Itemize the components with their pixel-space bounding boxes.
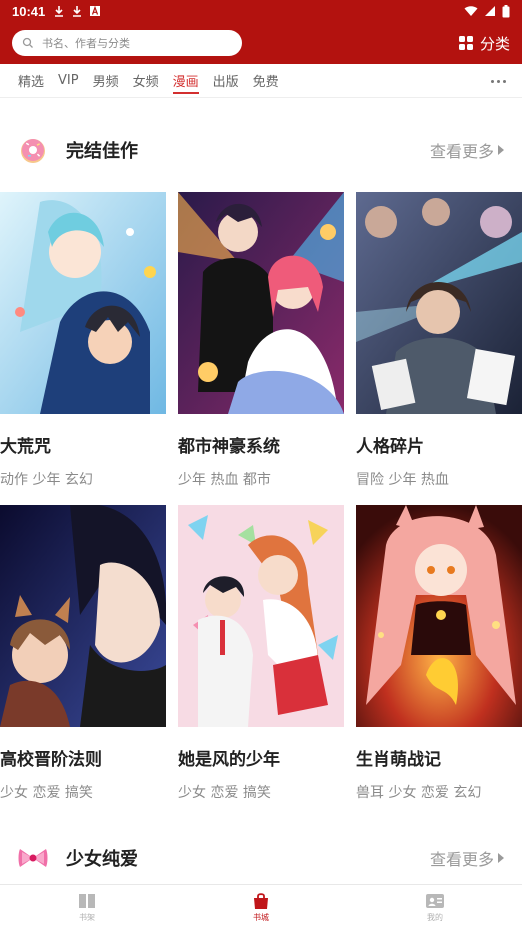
app-header: 书名、作者与分类 分类 xyxy=(0,22,522,64)
book-card[interactable]: 高校晋阶法则 少女 恋爱 搞笑 xyxy=(0,503,167,802)
status-bar: 10:41 xyxy=(0,0,522,22)
section-header-romance: 少女纯爱 查看更多 xyxy=(0,838,522,878)
book-cover[interactable] xyxy=(178,505,344,727)
category-button[interactable]: 分类 xyxy=(458,33,510,54)
download-icon xyxy=(55,6,64,17)
battery-icon xyxy=(502,4,510,17)
book-card[interactable]: 她是风的少年 少女 恋爱 搞笑 xyxy=(178,505,344,802)
book-title[interactable]: 生肖萌战记 xyxy=(356,745,522,770)
book-title[interactable]: 人格碎片 xyxy=(356,432,522,457)
book-cover[interactable] xyxy=(0,192,166,414)
grid-icon xyxy=(458,36,473,50)
download-icon xyxy=(73,6,82,17)
wifi-icon xyxy=(464,6,478,16)
nav-label: 我的 xyxy=(427,912,443,922)
book-icon xyxy=(79,893,95,908)
font-icon xyxy=(90,5,101,16)
book-title[interactable]: 大荒咒 xyxy=(0,432,166,457)
bag-icon xyxy=(254,892,268,909)
chevron-right-icon xyxy=(498,145,504,155)
profile-card-icon xyxy=(426,893,444,908)
book-tags: 少女 恋爱 搞笑 xyxy=(0,785,93,801)
status-time: 10:41 xyxy=(12,3,46,19)
tab-male[interactable]: 男频 xyxy=(93,64,119,98)
book-title[interactable]: 她是风的少年 xyxy=(178,745,344,770)
tab-jingxuan[interactable]: 精选 xyxy=(18,64,44,98)
book-card[interactable]: 人格碎片 冒险 少年 热血 xyxy=(356,192,522,489)
nav-label: 书架 xyxy=(79,912,95,922)
nav-profile[interactable]: 我的 xyxy=(348,885,522,929)
book-cover[interactable] xyxy=(178,192,344,414)
view-more-label: 查看更多 xyxy=(429,142,494,161)
book-tags: 兽耳 少女 恋爱 玄幻 xyxy=(356,785,482,801)
search-placeholder: 书名、作者与分类 xyxy=(42,37,130,50)
tab-vip[interactable]: VIP xyxy=(58,64,79,98)
book-tags: 少女 恋爱 搞笑 xyxy=(178,785,271,801)
section-title: 完结佳作 xyxy=(66,141,138,162)
book-cover[interactable] xyxy=(356,192,522,414)
search-icon xyxy=(22,37,33,48)
book-title[interactable]: 都市神豪系统 xyxy=(178,432,344,457)
tab-female[interactable]: 女频 xyxy=(133,64,159,98)
tab-comics[interactable]: 漫画 xyxy=(172,64,199,98)
nav-label: 书城 xyxy=(253,912,269,922)
category-label: 分类 xyxy=(479,34,510,53)
search-input[interactable]: 书名、作者与分类 xyxy=(12,30,242,56)
donut-icon xyxy=(21,139,45,163)
nav-bookstore[interactable]: 书城 xyxy=(174,885,348,929)
book-card[interactable]: 都市神豪系统 少年 热血 都市 xyxy=(178,192,344,489)
book-tags: 少年 热血 都市 xyxy=(178,472,271,488)
view-more-link[interactable]: 查看更多 xyxy=(430,846,504,870)
view-more-link[interactable]: 查看更多 xyxy=(430,138,504,162)
bow-icon xyxy=(18,849,48,867)
book-card[interactable]: 大荒咒 动作 少年 玄幻 xyxy=(0,192,166,489)
book-card[interactable]: 生肖萌战记 兽耳 少女 恋爱 玄幻 xyxy=(356,505,522,802)
book-cover[interactable] xyxy=(0,503,167,727)
view-more-label: 查看更多 xyxy=(429,850,494,869)
book-tags: 冒险 少年 热血 xyxy=(356,472,449,488)
more-tabs-button[interactable] xyxy=(484,70,512,92)
nav-bookshelf[interactable]: 书架 xyxy=(0,885,174,929)
section-title: 少女纯爱 xyxy=(66,849,138,870)
book-tags: 动作 少年 玄幻 xyxy=(0,472,93,488)
tab-publishing[interactable]: 出版 xyxy=(213,64,239,98)
bottom-nav: 书架 书城 我的 xyxy=(0,884,522,929)
section-header-completed: 完结佳作 查看更多 xyxy=(0,130,522,170)
book-title[interactable]: 高校晋阶法则 xyxy=(0,745,166,770)
channel-tabs: 精选 VIP 男频 女频 漫画 出版 免费 xyxy=(0,64,522,98)
tab-free[interactable]: 免费 xyxy=(253,64,279,98)
chevron-right-icon xyxy=(498,853,504,863)
book-cover[interactable] xyxy=(356,505,522,727)
signal-icon xyxy=(485,6,495,16)
